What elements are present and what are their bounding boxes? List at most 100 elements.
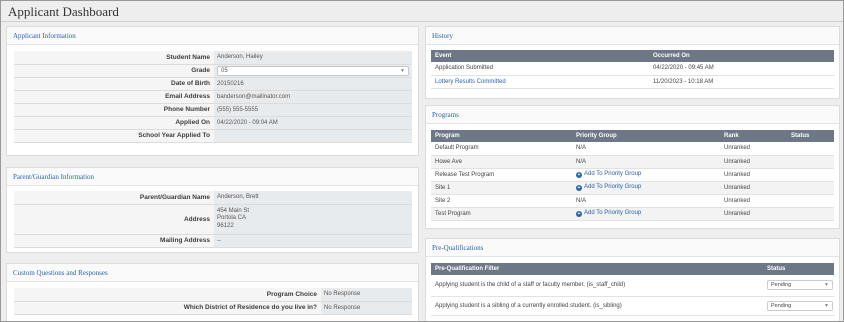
- plus-circle-icon: +: [576, 185, 582, 191]
- date-cell: 11/20/2023 - 10:18 AM: [649, 75, 834, 89]
- dashboard-frame: Applicant Dashboard Applicant Informatio…: [0, 0, 844, 322]
- table-row: Site 2 N/A Unranked: [431, 194, 834, 208]
- field-label: Email Address: [14, 90, 214, 104]
- custom-questions-table: Program Choice No Response Which District…: [14, 288, 412, 315]
- program-cell: Test Program: [431, 207, 572, 221]
- grade-select[interactable]: 05 ▼: [217, 65, 409, 76]
- status-cell: [787, 194, 834, 208]
- rank-cell: Unranked: [720, 181, 787, 195]
- rank-cell: Unranked: [720, 207, 787, 221]
- field-label: School Year Applied To: [14, 129, 214, 143]
- field-label: Mailing Address: [14, 234, 214, 248]
- table-row: Lottery Results Committed 11/20/2023 - 10…: [431, 75, 834, 89]
- table-header: Pre-Qualification Filter Status: [431, 263, 834, 275]
- field-label: Address: [14, 204, 214, 235]
- plus-circle-icon: +: [576, 172, 582, 178]
- status-select[interactable]: Pending ▼: [767, 300, 833, 311]
- add-priority-group-link[interactable]: + Add To Priority Group: [576, 184, 641, 191]
- custom-questions-heading: Custom Questions and Responses: [7, 264, 418, 282]
- guardian-panel: Parent/Guardian Information Parent/Guard…: [6, 167, 419, 253]
- table-row: Release Test Program + Add To Priority Gro…: [431, 168, 834, 182]
- address-line: Portola CA: [217, 215, 247, 222]
- priority-cell: N/A: [572, 155, 720, 169]
- school-year-value: [214, 129, 412, 143]
- title-divider: [1, 21, 843, 22]
- applicant-info-panel: Applicant Information Student Name Anders…: [6, 26, 419, 156]
- programs-panel: Programs Program Priority Group Rank Status…: [425, 105, 840, 229]
- student-name-value: Anderson, Hailey: [214, 51, 412, 65]
- table-row: Applying student is a sibling of a curre…: [431, 296, 834, 316]
- mailing-address-value: --: [214, 234, 412, 248]
- history-table: Event Occurred On Application Submitted 04…: [431, 50, 834, 89]
- response-value: No Response: [321, 301, 412, 315]
- prequal-panel: Pre-Qualifications Pre-Qualification Fil…: [425, 238, 840, 321]
- add-priority-group-link[interactable]: + Add To Priority Group: [576, 171, 641, 178]
- status-cell: [787, 181, 834, 195]
- phone-value: (555) 555-5555: [214, 103, 412, 117]
- field-label: Student Name: [14, 51, 214, 65]
- custom-questions-panel: Custom Questions and Responses Program C…: [6, 263, 419, 321]
- event-cell: Application Submitted: [431, 62, 649, 76]
- column-header: Event: [431, 50, 649, 62]
- field-row: School Year Applied To: [14, 129, 412, 143]
- table-row: Site 1 + Add To Priority Group Unranked: [431, 181, 834, 195]
- column-header: Program: [431, 130, 572, 142]
- page-title: Applicant Dashboard: [8, 4, 119, 19]
- address-line: 96122: [217, 222, 234, 229]
- field-label: Parent/Guardian Name: [14, 191, 214, 205]
- table-header: Program Priority Group Rank Status: [431, 130, 834, 142]
- field-label: Date of Birth: [14, 77, 214, 91]
- guardian-name-value: Anderson, Brett: [214, 191, 412, 205]
- column-header: Status: [763, 263, 834, 275]
- rank-cell: Unranked: [720, 142, 787, 156]
- table-row: Applying student is the child of a staff…: [431, 275, 834, 297]
- add-priority-group-link[interactable]: + Add To Priority Group: [576, 210, 641, 217]
- column-header: Status: [787, 130, 834, 142]
- filter-cell: Applying student is a sibling of a curre…: [431, 296, 763, 316]
- guardian-heading: Parent/Guardian Information: [7, 168, 418, 186]
- field-row: Email Address banderson@mailinator.com: [14, 90, 412, 104]
- priority-cell: + Add To Priority Group: [572, 207, 720, 221]
- program-cell: Howe Ave: [431, 155, 572, 169]
- prequal-table: Pre-Qualification Filter Status Applying …: [431, 263, 834, 316]
- status-cell: [787, 168, 834, 182]
- chevron-down-icon: ▼: [824, 282, 829, 289]
- column-header: Priority Group: [572, 130, 720, 142]
- applicant-info-table: Student Name Anderson, Hailey Grade 05 ▼ Da…: [14, 51, 412, 143]
- program-cell: Release Test Program: [431, 168, 572, 182]
- field-label: Grade: [14, 64, 214, 78]
- field-label: Which District of Residence do you live …: [14, 301, 321, 315]
- field-label: Applied On: [14, 116, 214, 130]
- applicant-info-heading: Applicant Information: [7, 27, 418, 45]
- status-cell: [787, 207, 834, 221]
- chevron-down-icon: ▼: [400, 67, 405, 74]
- field-row: Date of Birth 20150216: [14, 77, 412, 91]
- priority-cell: N/A: [572, 142, 720, 156]
- field-label: Phone Number: [14, 103, 214, 117]
- program-cell: Site 1: [431, 181, 572, 195]
- plus-circle-icon: +: [576, 211, 582, 217]
- priority-cell: + Add To Priority Group: [572, 168, 720, 182]
- status-select[interactable]: Pending ▼: [767, 280, 833, 291]
- prequal-heading: Pre-Qualifications: [426, 239, 839, 257]
- status-cell: [787, 142, 834, 156]
- field-row: Program Choice No Response: [14, 288, 412, 302]
- history-heading: History: [426, 27, 839, 45]
- address-line: 454 Main St: [217, 207, 250, 214]
- field-label: Program Choice: [14, 288, 321, 302]
- guardian-table: Parent/Guardian Name Anderson, Brett Addr…: [14, 191, 412, 248]
- email-value: banderson@mailinator.com: [214, 90, 412, 104]
- table-row: Application Submitted 04/22/2020 - 09:45 …: [431, 62, 834, 76]
- date-cell: 04/22/2020 - 09:45 AM: [649, 62, 834, 76]
- event-link[interactable]: Lottery Results Committed: [435, 79, 506, 85]
- status-cell: [787, 155, 834, 169]
- response-value: No Response: [321, 288, 412, 302]
- priority-cell: N/A: [572, 194, 720, 208]
- history-panel: History Event Occurred On Application Sub…: [425, 26, 840, 99]
- address-value: 454 Main St Portola CA 96122: [214, 204, 412, 235]
- field-row: Phone Number (555) 555-5555: [14, 103, 412, 117]
- chevron-down-icon: ▼: [824, 302, 829, 309]
- priority-cell: + Add To Priority Group: [572, 181, 720, 195]
- program-cell: Site 2: [431, 194, 572, 208]
- applied-on-value: 04/22/2020 - 09:04 AM: [214, 116, 412, 130]
